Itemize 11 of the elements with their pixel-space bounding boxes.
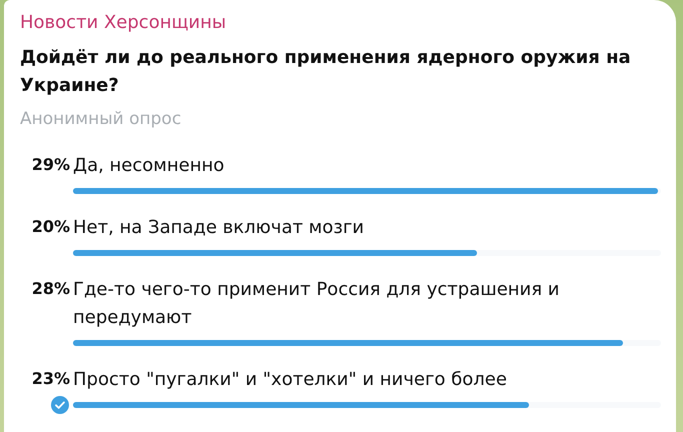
poll-option: Нет, на Западе включат мозги (73, 214, 661, 242)
vote-percent: 28% (32, 278, 70, 300)
poll-option: Да, несомненно (73, 152, 661, 180)
poll-option: Где-то чего-то применит Россия для устрашения и передумают (73, 276, 661, 332)
channel-name[interactable]: Новости Херсонщины (20, 10, 676, 36)
poll-question: Дойдёт ли до реального применения ядерного оружия на Украине? (20, 46, 632, 98)
poll-option: Просто "пугалки" и "хотелки" и ничего более (73, 366, 661, 394)
poll-type: Анонимный опрос (20, 108, 182, 131)
vote-percent: 20% (32, 216, 70, 238)
vote-percent: 23% (32, 368, 70, 390)
vote-percent: 29% (32, 154, 70, 176)
